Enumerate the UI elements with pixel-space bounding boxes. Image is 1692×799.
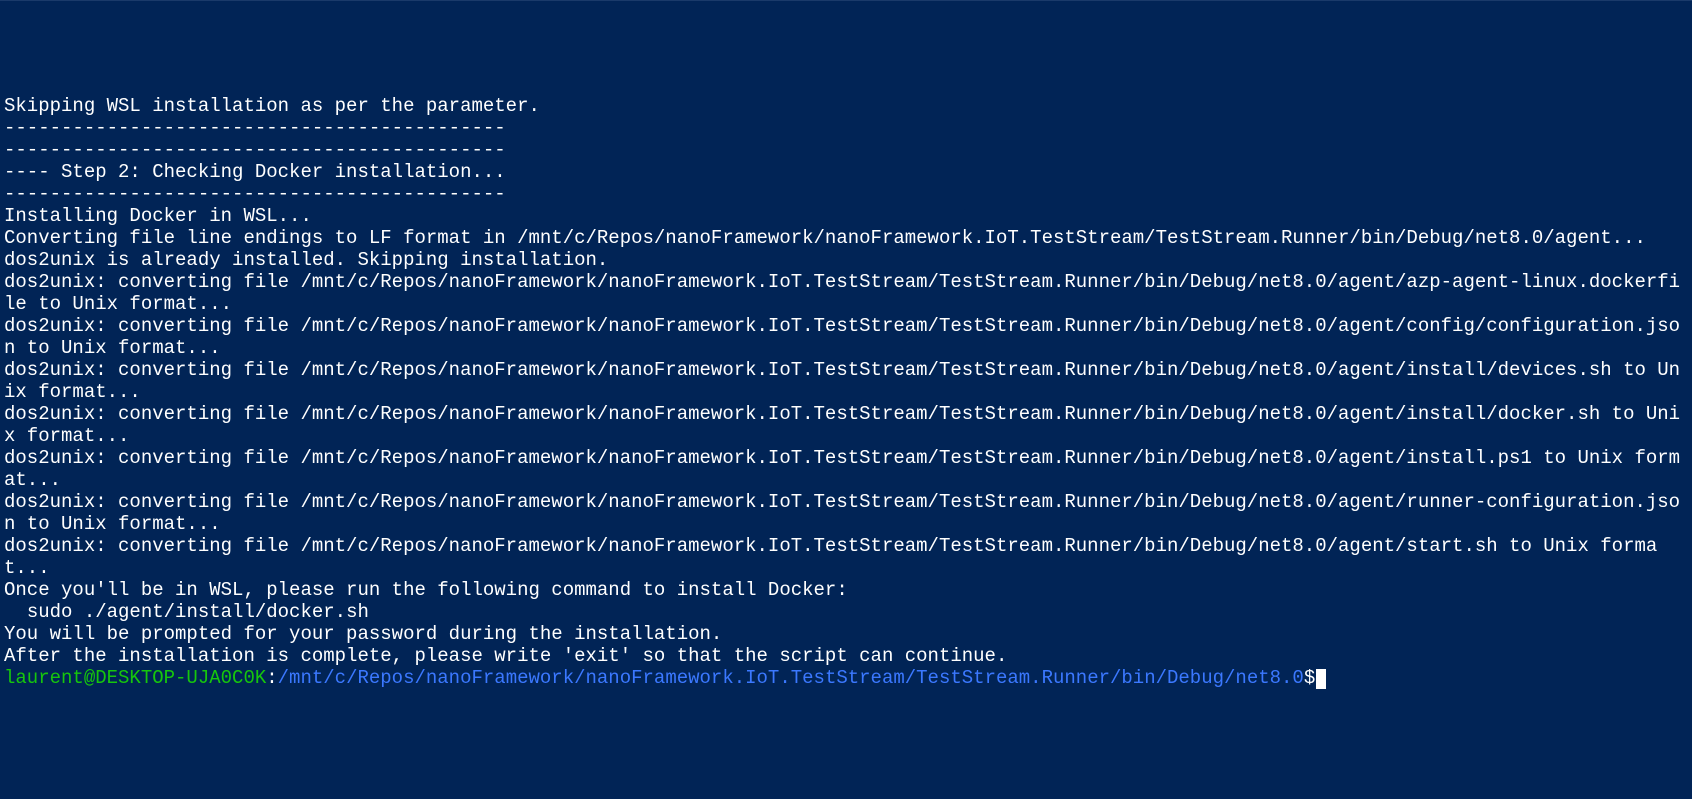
output-line: sudo ./agent/install/docker.sh	[4, 601, 1688, 623]
output-line: dos2unix: converting file /mnt/c/Repos/n…	[4, 491, 1688, 535]
output-line: dos2unix: converting file /mnt/c/Repos/n…	[4, 359, 1688, 403]
prompt-symbol: $	[1304, 667, 1315, 689]
prompt-separator: :	[266, 667, 277, 689]
output-line: dos2unix: converting file /mnt/c/Repos/n…	[4, 271, 1688, 315]
output-line: dos2unix is already installed. Skipping …	[4, 249, 1688, 271]
terminal-output[interactable]: Skipping WSL installation as per the par…	[4, 95, 1688, 689]
output-line: ----------------------------------------…	[4, 117, 1688, 139]
output-line: Converting file line endings to LF forma…	[4, 227, 1688, 249]
output-line: Once you'll be in WSL, please run the fo…	[4, 579, 1688, 601]
output-line: Installing Docker in WSL...	[4, 205, 1688, 227]
prompt-user: laurent@DESKTOP-UJA0C0K	[4, 667, 266, 689]
output-line: dos2unix: converting file /mnt/c/Repos/n…	[4, 535, 1688, 579]
output-line: ---- Step 2: Checking Docker installatio…	[4, 161, 1688, 183]
output-line: dos2unix: converting file /mnt/c/Repos/n…	[4, 403, 1688, 447]
output-line: dos2unix: converting file /mnt/c/Repos/n…	[4, 315, 1688, 359]
output-line: dos2unix: converting file /mnt/c/Repos/n…	[4, 447, 1688, 491]
cursor-icon	[1316, 669, 1326, 689]
prompt-path: /mnt/c/Repos/nanoFramework/nanoFramework…	[278, 667, 1304, 689]
output-line: ----------------------------------------…	[4, 139, 1688, 161]
output-line: You will be prompted for your password d…	[4, 623, 1688, 645]
prompt-line[interactable]: laurent@DESKTOP-UJA0C0K:/mnt/c/Repos/nan…	[4, 667, 1688, 689]
output-line: Skipping WSL installation as per the par…	[4, 95, 1688, 117]
output-line: ----------------------------------------…	[4, 183, 1688, 205]
output-line: After the installation is complete, plea…	[4, 645, 1688, 667]
